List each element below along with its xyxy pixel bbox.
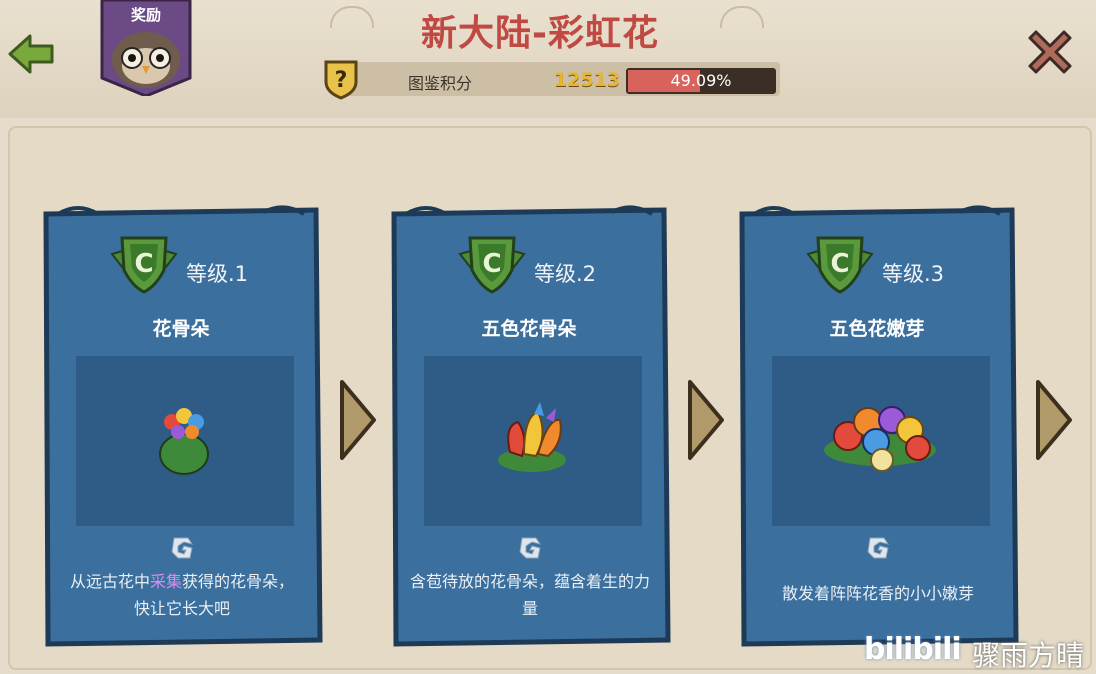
collection-score: ? 图鉴积分 12513 49.09%	[320, 58, 780, 100]
g-rune-icon	[171, 537, 194, 559]
card-image	[772, 356, 990, 526]
g-rune-icon	[867, 537, 890, 559]
card-description: 散发着阵阵花香的小小嫩芽	[758, 580, 998, 607]
card-image	[424, 356, 642, 526]
card-name: 五色花嫩芽	[829, 318, 925, 340]
c-grade-shield-icon: C	[806, 236, 874, 294]
svg-text:C: C	[830, 249, 849, 279]
card-description: 含苞待放的花骨朵，蕴含着生的力量	[410, 568, 650, 622]
g-rune-icon	[519, 537, 542, 559]
question-badge-icon[interactable]: ?	[320, 58, 362, 100]
desc-text: 散发着阵阵花香的小小嫩芽	[781, 584, 974, 603]
desc-text: 从远古花中	[69, 572, 150, 591]
c-grade-shield-icon: C	[110, 236, 178, 294]
card-level-3[interactable]: C 等级.3 五色花嫩芽 散发着阵阵花香的小小嫩芽	[734, 200, 1020, 650]
svg-text:C: C	[482, 249, 501, 279]
next-arrow-icon	[340, 380, 376, 460]
card-description: 从远古花中采集获得的花骨朵，快让它长大吧	[62, 568, 302, 622]
five-color-sprout-icon	[824, 406, 936, 472]
card-level: 等级.3	[882, 262, 945, 286]
page-title: 新大陆-彩虹花	[421, 13, 659, 54]
watermark: bilibili 骤雨方晴	[860, 630, 1096, 672]
desc-highlight: 采集	[149, 572, 182, 591]
card-name: 花骨朵	[152, 318, 210, 340]
watermark-name: 骤雨方晴	[972, 639, 1085, 672]
watermark-logo: bilibili	[864, 632, 962, 667]
card-name: 五色花骨朵	[481, 318, 577, 340]
next-arrow-icon	[688, 380, 724, 460]
ornament	[720, 6, 764, 28]
desc-text: 含苞待放的花骨朵，蕴含着生的力量	[410, 572, 651, 618]
score-label: 图鉴积分	[408, 74, 473, 93]
card-level: 等级.1	[186, 262, 249, 286]
close-x-icon[interactable]	[1020, 22, 1080, 82]
card-level: 等级.2	[534, 262, 597, 286]
next-arrow-icon[interactable]	[1034, 378, 1074, 462]
score-value: 12513	[554, 69, 621, 91]
five-color-bud-icon	[498, 402, 566, 472]
c-grade-shield-icon: C	[458, 236, 526, 294]
progress-text: 49.09%	[670, 71, 732, 90]
flower-bud-icon	[159, 408, 209, 475]
card-level-2[interactable]: C 等级.2 五色花骨朵 含苞待放的花骨朵，蕴含着生的力量	[386, 200, 672, 650]
progress-bar: 49.09%	[626, 68, 776, 94]
card-image	[76, 356, 294, 526]
card-level-1[interactable]: C 等级.1 花骨朵 从远古花中采集获得的花骨朵，快让它长大吧	[38, 200, 324, 650]
svg-text:C: C	[134, 249, 153, 279]
svg-text:?: ?	[335, 68, 348, 93]
reward-button[interactable]: 奖励	[98, 0, 194, 98]
back-arrow-icon[interactable]	[6, 28, 58, 80]
reward-label: 奖励	[130, 6, 161, 24]
